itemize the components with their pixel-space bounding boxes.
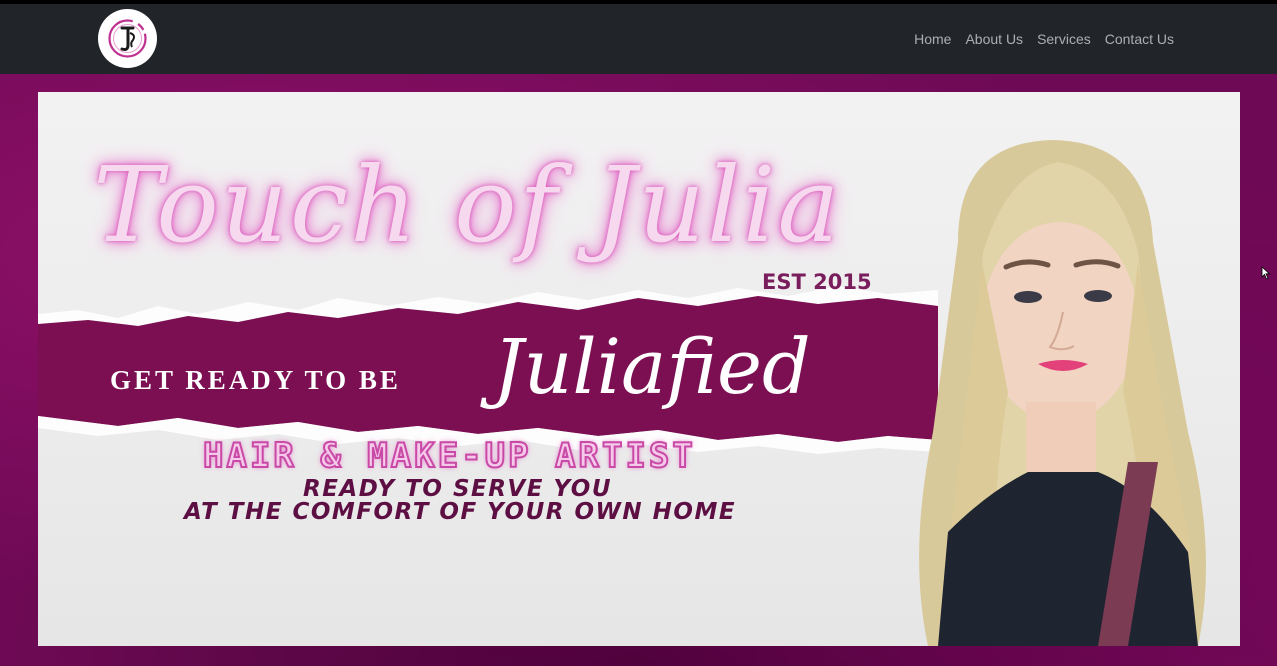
nav-links: Home About Us Services Contact Us [914, 4, 1174, 74]
logo-icon [108, 19, 147, 58]
service-line-2: AT THE COMFORT OF YOUR OWN HOME [184, 499, 737, 525]
banner-title: Touch of Julia [93, 144, 842, 266]
artist-portrait-image [919, 140, 1206, 646]
mouse-cursor-icon [1261, 266, 1271, 280]
navbar: Home About Us Services Contact Us [0, 4, 1277, 74]
brand-logo-link[interactable] [98, 9, 157, 68]
nav-contact-us[interactable]: Contact Us [1105, 31, 1174, 47]
tagline-script: Juliafied [493, 322, 811, 411]
tagline-lead: GET READY TO BE [110, 365, 401, 395]
page: Home About Us Services Contact Us Touch … [0, 0, 1277, 666]
est-label: EST 2015 [762, 270, 872, 294]
hero-banner: Touch of Julia EST 2015 GET READY TO BE … [38, 92, 1240, 646]
role-heading: HAIR & MAKE-UP ARTIST [202, 435, 696, 477]
nav-services[interactable]: Services [1037, 31, 1091, 47]
nav-about-us[interactable]: About Us [965, 31, 1023, 47]
nav-home[interactable]: Home [914, 31, 951, 47]
